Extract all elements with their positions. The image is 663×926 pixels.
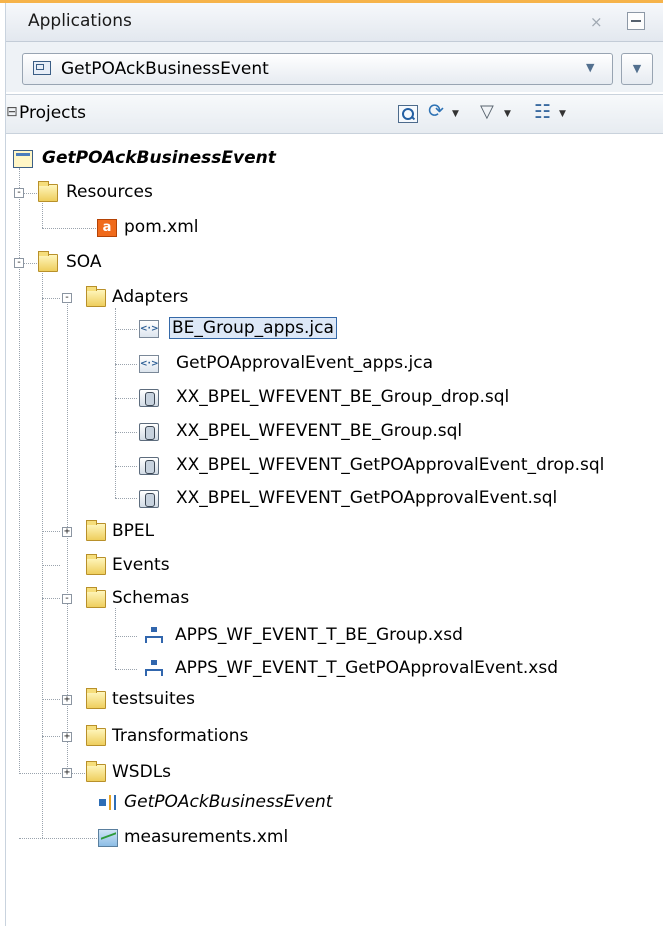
- tree-item-label: Resources: [66, 182, 153, 202]
- tree-item-label: XX_BPEL_WFEVENT_GetPOApprovalEvent_drop.…: [176, 455, 605, 475]
- folder-icon: [86, 520, 106, 541]
- tree-item-be-group-apps-jca[interactable]: <·> BE_Group_apps.jca: [0, 316, 400, 342]
- tree-item-label: XX_BPEL_WFEVENT_GetPOApprovalEvent.sql: [176, 488, 558, 508]
- folder-icon: [86, 761, 106, 782]
- tree-item-xsd-file[interactable]: APPS_WF_EVENT_T_GetPOApprovalEvent.xsd: [0, 656, 640, 682]
- tree-item-getpoapprovalevent-apps-jca[interactable]: <·> GetPOApprovalEvent_apps.jca: [0, 351, 500, 377]
- project-icon: [13, 150, 33, 168]
- tree-item-label: APPS_WF_EVENT_T_BE_Group.xsd: [175, 625, 463, 645]
- folder-icon: [86, 587, 106, 608]
- tree-item-label: GetPOApprovalEvent_apps.jca: [176, 353, 434, 373]
- jca-file-icon: <·>: [139, 320, 159, 338]
- tree-item-events[interactable]: Events: [0, 553, 300, 579]
- expand-toggle-icon[interactable]: +: [62, 768, 72, 778]
- expand-toggle-icon[interactable]: +: [62, 527, 72, 537]
- composite-icon: [98, 794, 118, 812]
- expand-toggle-icon[interactable]: +: [62, 732, 72, 742]
- tree-item-label: SOA: [66, 252, 102, 272]
- tree-item-pom-xml[interactable]: a pom.xml: [0, 215, 300, 241]
- collapse-toggle-icon[interactable]: -: [14, 188, 24, 198]
- tree-item-label: pom.xml: [124, 217, 199, 237]
- tree-item-label: GetPOAckBusinessEvent: [42, 148, 276, 168]
- tree-item-schemas[interactable]: - Schemas: [0, 586, 300, 612]
- tree-item-adapters[interactable]: - Adapters: [0, 285, 300, 311]
- tree-item-project-root[interactable]: GetPOAckBusinessEvent: [0, 146, 400, 172]
- tree-item-bpel[interactable]: + BPEL: [0, 519, 300, 545]
- tree-item-label: Adapters: [112, 287, 189, 307]
- tree-item-label: GetPOAckBusinessEvent: [124, 792, 333, 812]
- tree-item-resources[interactable]: - Resources: [0, 180, 300, 206]
- folder-icon: [86, 688, 106, 709]
- tree-item-label: Transformations: [112, 726, 249, 746]
- tree-item-soa[interactable]: - SOA: [0, 250, 300, 276]
- tree-item-xsd-file[interactable]: APPS_WF_EVENT_T_BE_Group.xsd: [0, 623, 560, 649]
- expand-toggle-icon[interactable]: +: [62, 695, 72, 705]
- jca-file-icon: <·>: [139, 355, 159, 373]
- tree-item-label: Events: [112, 555, 170, 575]
- tree-item-label: XX_BPEL_WFEVENT_BE_Group.sql: [176, 421, 463, 441]
- folder-icon: [86, 725, 106, 746]
- schema-file-icon: [144, 660, 164, 678]
- collapse-toggle-icon[interactable]: -: [62, 594, 72, 604]
- schema-file-icon: [144, 627, 164, 645]
- tree-item-wsdls[interactable]: + WSDLs: [0, 760, 300, 786]
- collapse-toggle-icon[interactable]: -: [62, 293, 72, 303]
- tree-item-sql-file[interactable]: XX_BPEL_WFEVENT_GetPOApprovalEvent.sql: [0, 486, 640, 512]
- tree-item-sql-file[interactable]: XX_BPEL_WFEVENT_BE_Group_drop.sql: [0, 385, 520, 411]
- tree-item-measurements-xml[interactable]: measurements.xml: [0, 825, 360, 851]
- tree-item-label: Schemas: [112, 588, 190, 608]
- folder-icon: [38, 251, 58, 272]
- maven-file-icon: a: [97, 219, 117, 237]
- tree-item-sql-file[interactable]: XX_BPEL_WFEVENT_GetPOApprovalEvent_drop.…: [0, 453, 663, 479]
- tree-item-label: XX_BPEL_WFEVENT_BE_Group_drop.sql: [176, 387, 510, 407]
- collapse-toggle-icon[interactable]: -: [14, 258, 24, 268]
- tree-item-label: testsuites: [112, 689, 195, 709]
- tree-item-transformations[interactable]: + Transformations: [0, 724, 340, 750]
- project-tree: GetPOAckBusinessEvent - Resources a pom.…: [0, 0, 663, 926]
- sql-file-icon: [139, 457, 159, 475]
- tree-item-label: BE_Group_apps.jca: [169, 317, 337, 339]
- folder-icon: [86, 286, 106, 307]
- sql-file-icon: [139, 490, 159, 508]
- tree-item-composite[interactable]: GetPOAckBusinessEvent: [0, 790, 420, 816]
- tree-item-sql-file[interactable]: XX_BPEL_WFEVENT_BE_Group.sql: [0, 419, 520, 445]
- tree-item-label: APPS_WF_EVENT_T_GetPOApprovalEvent.xsd: [175, 658, 558, 678]
- sql-file-icon: [139, 423, 159, 441]
- folder-icon: [86, 554, 106, 575]
- tree-item-label: WSDLs: [112, 762, 172, 782]
- tree-item-label: measurements.xml: [124, 827, 289, 847]
- tree-item-label: BPEL: [112, 521, 155, 541]
- sql-file-icon: [139, 389, 159, 407]
- tree-item-testsuites[interactable]: + testsuites: [0, 687, 300, 713]
- measurements-file-icon: [98, 829, 118, 847]
- folder-icon: [38, 181, 58, 202]
